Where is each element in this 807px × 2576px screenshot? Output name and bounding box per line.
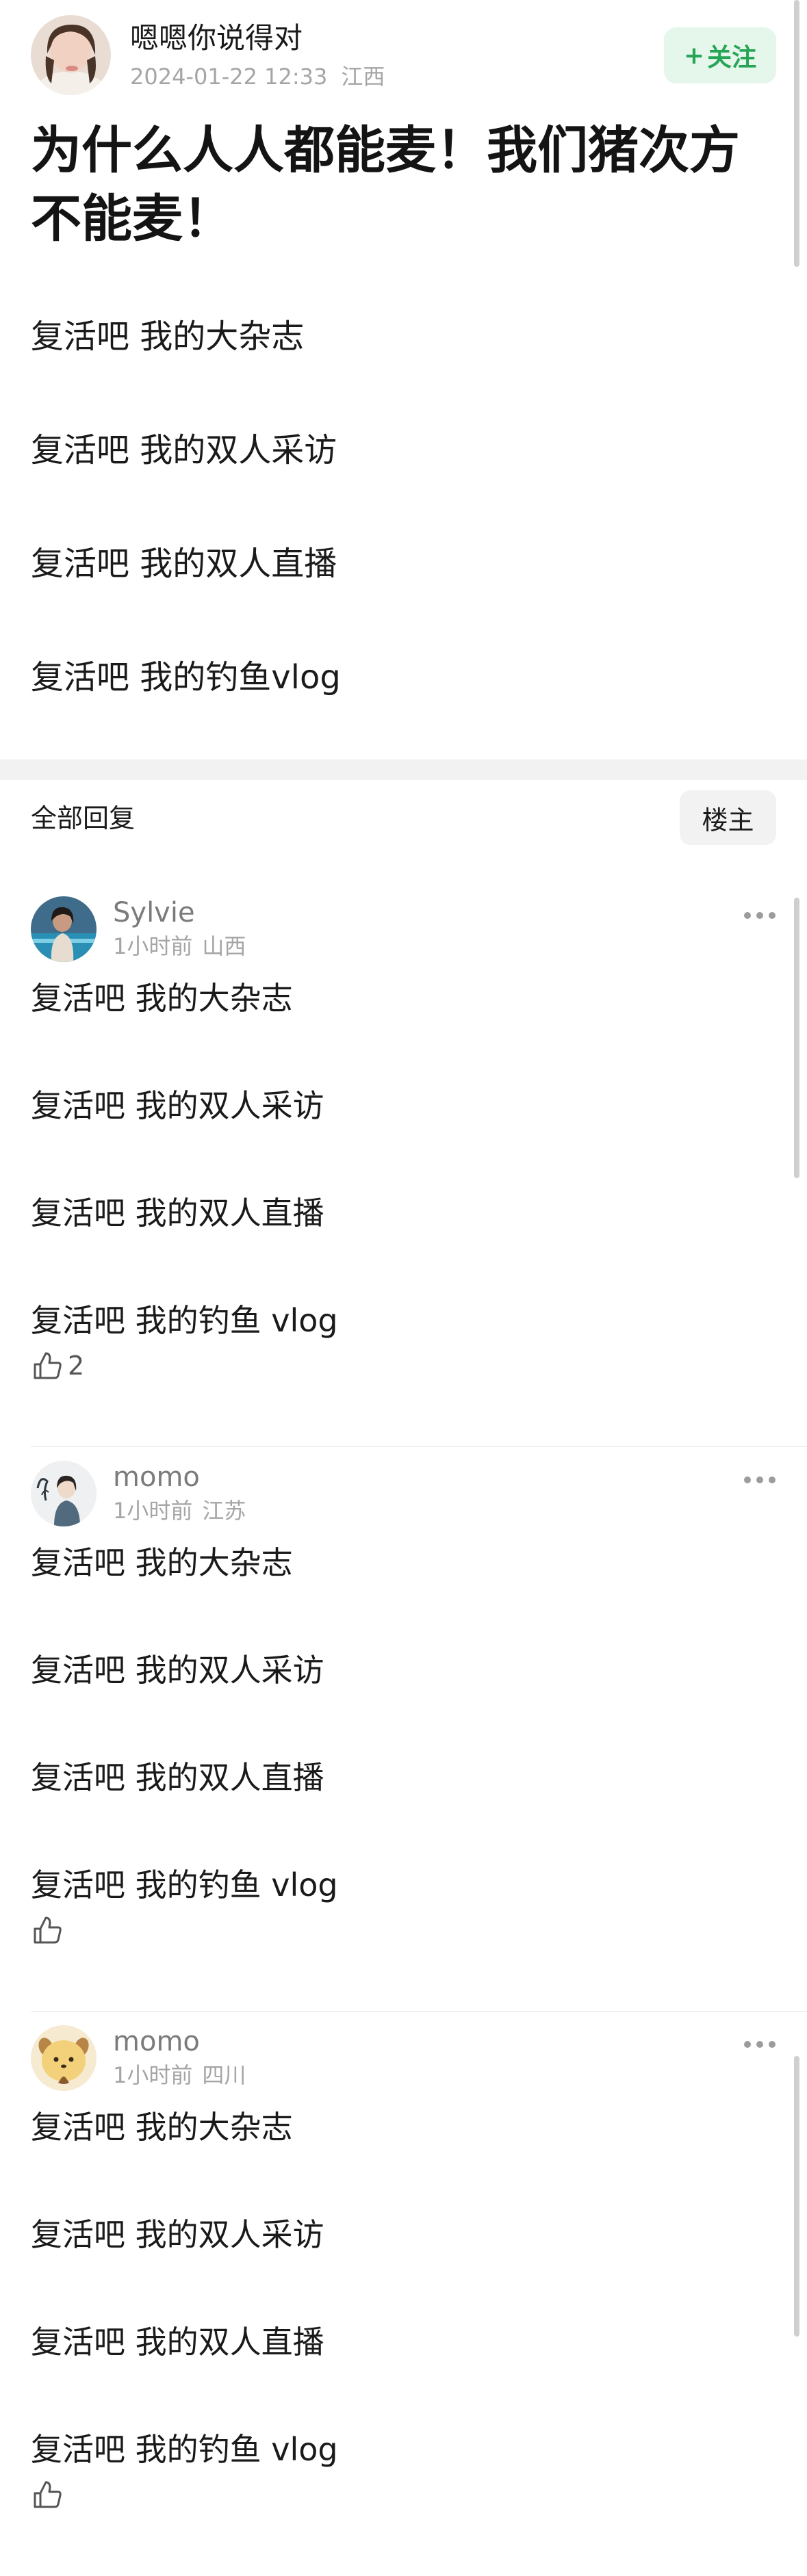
post: 嗯嗯你说得对 2024-01-22 12:33 江西 + 关注 为什么人人都能麦！… bbox=[0, 0, 807, 759]
post-title: 为什么人人都能麦！我们猪次方不能麦！ bbox=[31, 121, 740, 248]
comment-scrollbar[interactable] bbox=[794, 2056, 799, 2337]
thumbs-up-icon bbox=[34, 1352, 62, 1379]
comment-time: 1小时前 bbox=[113, 933, 193, 959]
comment-time: 1小时前 bbox=[113, 2062, 193, 2088]
comment-meta: 1小时前 山西 bbox=[113, 933, 246, 960]
post-scrollbar[interactable] bbox=[794, 0, 799, 267]
more-icon[interactable] bbox=[741, 902, 779, 929]
comment-line: 复活吧 我的钓鱼 vlog bbox=[31, 1302, 338, 1339]
author-avatar[interactable] bbox=[31, 15, 111, 95]
thumbs-up-icon bbox=[34, 2481, 62, 2508]
commenter-name[interactable]: Sylvie bbox=[113, 896, 195, 929]
comment-time: 1小时前 bbox=[113, 1498, 193, 1524]
section-divider bbox=[0, 759, 807, 780]
post-body-line: 复活吧 我的双人采访 bbox=[31, 431, 337, 469]
comment-location: 四川 bbox=[202, 2062, 246, 2088]
follow-button[interactable]: + 关注 bbox=[664, 27, 776, 83]
like-count: 2 bbox=[68, 1351, 85, 1381]
more-icon[interactable] bbox=[741, 2031, 779, 2058]
like-button[interactable] bbox=[31, 1911, 68, 1949]
post-meta: 2024-01-22 12:33 江西 bbox=[130, 63, 385, 90]
post-location: 江西 bbox=[341, 64, 385, 90]
comment-location: 江苏 bbox=[202, 1498, 246, 1524]
commenter-avatar[interactable] bbox=[31, 2025, 97, 2091]
comment-item: momo 1小时前 四川 复活吧 我的大杂志 复活吧 我的双人采访 复活吧 我的双… bbox=[0, 2012, 807, 2576]
comment-meta: 1小时前 四川 bbox=[113, 2061, 246, 2089]
like-button[interactable]: 2 bbox=[31, 1346, 84, 1385]
comment-line: 复活吧 我的双人直播 bbox=[31, 1759, 324, 1796]
author-name[interactable]: 嗯嗯你说得对 bbox=[130, 21, 303, 56]
comment-scrollbar[interactable] bbox=[794, 898, 799, 1178]
comment-line: 复活吧 我的双人采访 bbox=[31, 1652, 324, 1689]
op-only-filter-button[interactable]: 楼主 bbox=[680, 790, 776, 845]
more-icon[interactable] bbox=[741, 1466, 779, 1494]
comment-line: 复活吧 我的双人采访 bbox=[31, 2216, 324, 2253]
plus-icon: + bbox=[683, 41, 705, 70]
comment-location: 山西 bbox=[202, 933, 246, 959]
commenter-name[interactable]: momo bbox=[113, 1461, 200, 1494]
post-body-line: 复活吧 我的钓鱼vlog bbox=[31, 658, 341, 697]
comment-line: 复活吧 我的双人直播 bbox=[31, 2324, 324, 2360]
comment-line: 复活吧 我的大杂志 bbox=[31, 980, 293, 1017]
comment-line: 复活吧 我的钓鱼 vlog bbox=[31, 2431, 338, 2468]
comment-line: 复活吧 我的大杂志 bbox=[31, 1544, 293, 1581]
comment-line: 复活吧 我的双人采访 bbox=[31, 1087, 324, 1124]
replies-header: 全部回复 楼主 bbox=[0, 780, 807, 855]
post-date: 2024-01-22 12:33 bbox=[130, 64, 328, 90]
commenter-avatar[interactable] bbox=[31, 1461, 97, 1526]
comment-line: 复活吧 我的双人直播 bbox=[31, 1195, 324, 1232]
like-button[interactable] bbox=[31, 2475, 68, 2514]
post-body-line: 复活吧 我的双人直播 bbox=[31, 545, 337, 583]
thumbs-up-icon bbox=[34, 1916, 62, 1944]
comment-meta: 1小时前 江苏 bbox=[113, 1497, 246, 1524]
comment-line: 复活吧 我的大杂志 bbox=[31, 2109, 293, 2146]
comment-item: Sylvie 1小时前 山西 复活吧 我的大杂志 复活吧 我的双人采访 复活吧 我… bbox=[0, 883, 807, 1447]
follow-label: 关注 bbox=[707, 44, 757, 72]
comment-item: momo 1小时前 江苏 复活吧 我的大杂志 复活吧 我的双人采访 复活吧 我的双… bbox=[0, 1447, 807, 2012]
comment-line: 复活吧 我的钓鱼 vlog bbox=[31, 1866, 338, 1903]
replies-section-title: 全部回复 bbox=[31, 803, 136, 833]
commenter-name[interactable]: momo bbox=[113, 2025, 200, 2058]
commenter-avatar[interactable] bbox=[31, 896, 97, 962]
post-body-line: 复活吧 我的大杂志 bbox=[31, 317, 305, 356]
